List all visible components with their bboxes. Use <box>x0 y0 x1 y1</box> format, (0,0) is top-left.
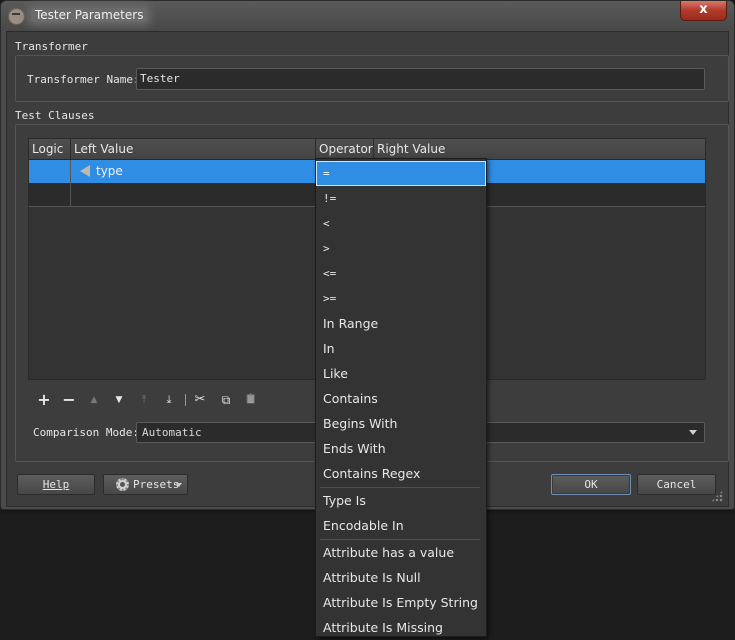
operator-option-attribute-is-empty-string[interactable]: Attribute Is Empty String <box>316 590 486 615</box>
operator-option-less-equal[interactable]: <= <box>316 261 486 286</box>
operator-option-greater-equal[interactable]: >= <box>316 286 486 311</box>
remove-clause-button[interactable]: − <box>61 392 77 408</box>
operator-dropdown-list: = != < > <= >= In Range In Like Contains… <box>315 158 487 637</box>
presets-label: Presets <box>133 478 180 491</box>
window-title: Tester Parameters <box>31 8 148 22</box>
caret-down-icon <box>176 483 182 487</box>
operator-option-less-than[interactable]: < <box>316 211 486 236</box>
cut-button[interactable]: ✂ <box>192 392 208 408</box>
ok-button[interactable]: OK <box>551 474 631 495</box>
operator-option-contains[interactable]: Contains <box>316 386 486 411</box>
help-label: Help <box>42 478 70 491</box>
column-header-operator[interactable]: Operator <box>316 139 374 159</box>
add-clause-button[interactable]: + <box>36 392 52 408</box>
operator-option-encodable-in[interactable]: Encodable In <box>316 513 486 538</box>
chevron-down-icon <box>689 430 697 435</box>
operator-option-greater-than[interactable]: > <box>316 236 486 261</box>
presets-button[interactable]: Presets <box>103 474 188 495</box>
operator-option-attribute-is-null[interactable]: Attribute Is Null <box>316 565 486 590</box>
title-bar[interactable]: Tester Parameters x <box>1 1 734 31</box>
app-icon <box>8 8 25 25</box>
operator-option-attribute-is-missing[interactable]: Attribute Is Missing <box>316 615 486 640</box>
comparison-mode-label: Comparison Mode: <box>33 426 139 439</box>
transformer-name-field[interactable]: Tester <box>136 68 705 90</box>
operator-option-attribute-has-value[interactable]: Attribute has a value <box>316 540 486 565</box>
attribute-icon <box>80 165 90 177</box>
column-header-logic[interactable]: Logic <box>29 139 71 159</box>
move-bottom-button[interactable]: ⤓ <box>161 392 177 408</box>
operator-option-not-equals[interactable]: != <box>316 186 486 211</box>
left-value-cell[interactable]: type <box>71 160 316 183</box>
move-down-button[interactable]: ▼ <box>111 392 127 408</box>
cancel-button[interactable]: Cancel <box>637 474 716 495</box>
help-button[interactable]: Help <box>17 474 95 495</box>
operator-option-ends-with[interactable]: Ends With <box>316 436 486 461</box>
copy-button[interactable]: ⧉ <box>218 392 234 408</box>
gear-icon <box>116 478 129 491</box>
column-header-right-value[interactable]: Right Value <box>374 139 705 159</box>
move-up-button[interactable]: ▲ <box>86 392 102 408</box>
operator-option-in[interactable]: In <box>316 336 486 361</box>
transformer-name-label: Transformer Name: <box>27 73 140 86</box>
table-header: Logic Left Value Operator Right Value <box>29 139 705 160</box>
close-button[interactable]: x <box>680 1 727 21</box>
move-top-button[interactable]: ⤒ <box>136 392 152 408</box>
column-header-left-value[interactable]: Left Value <box>71 139 316 159</box>
operator-option-like[interactable]: Like <box>316 361 486 386</box>
operator-option-begins-with[interactable]: Begins With <box>316 411 486 436</box>
comparison-mode-value: Automatic <box>142 426 202 439</box>
logic-cell[interactable] <box>29 160 71 183</box>
test-clauses-group-label: Test Clauses <box>15 109 95 122</box>
paste-button[interactable]: 📋 <box>243 392 259 408</box>
left-value-text: type <box>96 164 123 178</box>
logic-cell-empty[interactable] <box>29 183 71 206</box>
operator-option-contains-regex[interactable]: Contains Regex <box>316 461 486 486</box>
transformer-group-label: Transformer <box>15 40 88 53</box>
operator-option-in-range[interactable]: In Range <box>316 311 486 336</box>
toolbar-divider <box>185 394 186 406</box>
operator-option-equals[interactable]: = <box>316 161 486 186</box>
operator-option-type-is[interactable]: Type Is <box>316 488 486 513</box>
